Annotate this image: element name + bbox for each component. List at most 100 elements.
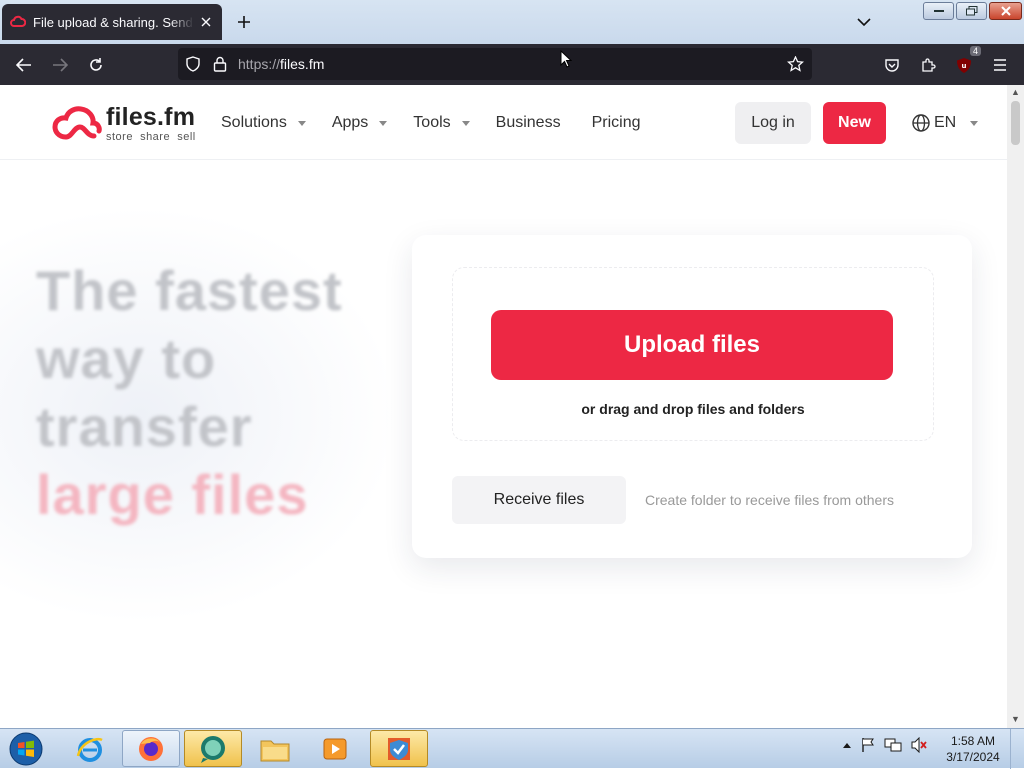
receive-files-button[interactable]: Receive files <box>452 476 626 524</box>
internet-explorer-icon <box>76 737 103 762</box>
taskbar-security-app[interactable] <box>370 730 428 767</box>
scroll-up-icon[interactable]: ▲ <box>1011 88 1020 97</box>
menu-label: Solutions <box>221 114 287 131</box>
menu-item-solutions[interactable]: Solutions <box>221 114 306 132</box>
browser-nav-bar: https://files.fm u 4 <box>0 44 1024 85</box>
page-scrollbar[interactable]: ▲ ▼ <box>1007 85 1024 728</box>
headline-line: The fastest <box>36 259 343 322</box>
upload-card: Upload files or drag and drop files and … <box>412 235 972 558</box>
ublock-shield-icon: u <box>957 57 971 73</box>
headline-line: way to <box>36 327 217 390</box>
taskbar-file-explorer[interactable] <box>246 730 304 767</box>
scroll-down-icon[interactable]: ▼ <box>1011 715 1020 724</box>
taskbar-chat-app[interactable] <box>184 730 242 767</box>
dropdown-caret-icon <box>461 120 470 126</box>
show-desktop-button[interactable] <box>1010 729 1024 769</box>
close-window-button[interactable] <box>989 2 1022 20</box>
network-icon[interactable] <box>884 737 902 753</box>
logo-wordmark: files.fm store share sell <box>106 103 196 144</box>
url-text: https://files.fm <box>238 56 324 72</box>
dropdown-caret-icon <box>297 120 306 126</box>
logo-tagline: store share sell <box>106 131 196 143</box>
forward-button[interactable] <box>47 52 73 78</box>
headline-highlight: large files <box>36 463 309 526</box>
lock-icon[interactable] <box>213 56 227 72</box>
svg-text:u: u <box>962 62 967 70</box>
main-menu: Solutions Apps Tools Business Pricing <box>221 114 666 132</box>
hero-headline: The fastest way to transfer large files <box>36 257 343 529</box>
extensions-button[interactable] <box>915 52 941 78</box>
taskbar-media-player[interactable] <box>306 730 364 767</box>
menu-item-apps[interactable]: Apps <box>331 114 388 132</box>
start-button[interactable] <box>6 731 46 767</box>
upload-files-button[interactable]: Upload files <box>491 310 893 380</box>
arrow-right-icon <box>53 58 68 72</box>
app-menu-button[interactable] <box>987 52 1013 78</box>
language-selector[interactable]: EN <box>912 114 979 132</box>
tracking-shield-icon[interactable] <box>185 56 201 72</box>
plus-icon <box>238 16 250 28</box>
web-page: files.fm store share sell Solutions Apps… <box>0 85 1007 728</box>
menu-label: Apps <box>331 114 369 131</box>
logo-name: files.fm <box>106 103 196 131</box>
volume-muted-icon[interactable] <box>910 737 928 753</box>
menu-label: Pricing <box>591 114 641 131</box>
arrow-left-icon <box>16 58 31 72</box>
menu-item-business[interactable]: Business <box>496 114 561 132</box>
minimize-icon <box>933 10 944 12</box>
drag-drop-hint: or drag and drop files and folders <box>581 401 805 417</box>
dropdown-caret-icon <box>379 120 388 126</box>
minimize-button[interactable] <box>923 2 954 20</box>
system-tray <box>842 737 928 753</box>
new-button[interactable]: New <box>823 102 886 144</box>
chevron-down-icon <box>857 18 871 27</box>
list-all-tabs-button[interactable] <box>852 10 876 34</box>
globe-icon <box>912 114 930 132</box>
menu-item-pricing[interactable]: Pricing <box>592 114 641 132</box>
window-controls <box>923 2 1022 20</box>
menu-label: Tools <box>413 114 451 131</box>
headline-line: transfer <box>36 395 253 458</box>
files-fm-logo[interactable]: files.fm store share sell <box>52 105 196 143</box>
url-host: files.fm <box>280 56 325 72</box>
reload-button[interactable] <box>83 52 109 78</box>
menu-item-tools[interactable]: Tools <box>413 114 470 132</box>
chat-bubble-icon <box>201 735 225 763</box>
cloud-logo-icon <box>52 106 102 140</box>
extension-badge: 4 <box>969 46 981 56</box>
site-header: files.fm store share sell Solutions Apps… <box>0 85 1007 160</box>
taskbar-clock[interactable]: 1:58 AM 3/17/2024 <box>944 733 1002 765</box>
restore-button[interactable] <box>956 2 987 20</box>
show-hidden-icons-icon[interactable] <box>842 741 852 749</box>
language-code: EN <box>934 114 957 131</box>
address-bar[interactable]: https://files.fm <box>178 48 812 80</box>
reload-icon <box>90 58 102 71</box>
taskbar-firefox[interactable] <box>122 730 180 767</box>
ublock-extension-button[interactable]: u 4 <box>951 46 981 78</box>
dropdown-caret-icon <box>970 120 979 126</box>
files-fm-favicon-icon <box>10 15 26 27</box>
clock-time: 1:58 AM <box>950 734 996 748</box>
back-button[interactable] <box>11 52 37 78</box>
tab-title: File upload & sharing. Send large files <box>33 14 194 30</box>
new-tab-button[interactable] <box>232 10 256 34</box>
browser-tab-active[interactable]: File upload & sharing. Send large files <box>2 4 222 40</box>
taskbar-internet-explorer[interactable] <box>61 730 119 767</box>
clock-date: 3/17/2024 <box>946 750 1000 764</box>
receive-files-hint: Create folder to receive files from othe… <box>645 492 894 508</box>
firefox-icon <box>139 736 163 761</box>
close-tab-icon[interactable] <box>198 14 214 30</box>
browser-tab-strip: File upload & sharing. Send large files <box>0 0 1024 44</box>
windows-taskbar: 1:58 AM 3/17/2024 <box>0 728 1024 769</box>
scrollbar-thumb[interactable] <box>1011 101 1020 145</box>
security-shield-icon <box>388 737 410 760</box>
puzzle-icon <box>922 58 936 72</box>
pocket-button[interactable] <box>879 52 905 78</box>
bookmark-star-icon[interactable] <box>787 56 804 72</box>
action-center-flag-icon[interactable] <box>860 737 876 753</box>
hamburger-menu-icon <box>994 59 1006 71</box>
close-icon <box>1000 6 1011 16</box>
restore-icon <box>965 6 977 16</box>
login-button[interactable]: Log in <box>735 102 811 144</box>
menu-label: Business <box>495 114 561 131</box>
